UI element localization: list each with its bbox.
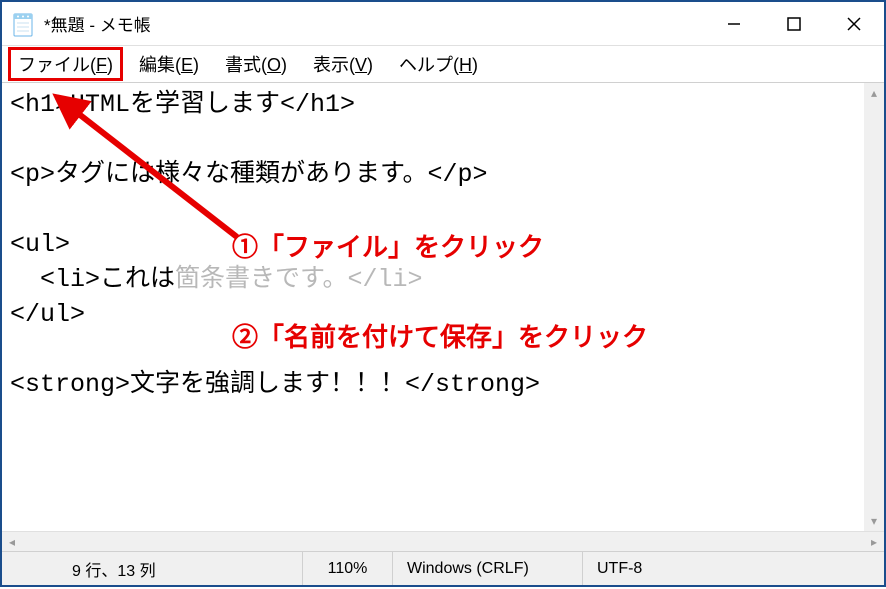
- text-line: <ul>: [10, 230, 70, 259]
- scroll-up-icon[interactable]: ▴: [864, 83, 884, 103]
- statusbar: 9 行、13 列 110% Windows (CRLF) UTF-8: [2, 551, 884, 585]
- scroll-track[interactable]: [22, 532, 864, 551]
- text-line: <strong>文字を強調します！！！</strong>: [10, 370, 540, 399]
- text-line-gray: 箇条書きです。</li>: [175, 265, 423, 294]
- menu-view[interactable]: 表示(V): [303, 47, 383, 81]
- status-encoding: UTF-8: [582, 552, 884, 585]
- titlebar: *無題 - メモ帳: [2, 2, 884, 46]
- status-position: 9 行、13 列: [2, 552, 302, 585]
- scroll-track[interactable]: [864, 103, 884, 511]
- menu-edit[interactable]: 編集(E): [129, 47, 209, 81]
- scroll-down-icon[interactable]: ▾: [864, 511, 884, 531]
- menu-help[interactable]: ヘルプ(H): [389, 47, 488, 81]
- window-controls: [704, 2, 884, 45]
- status-line-ending: Windows (CRLF): [392, 552, 582, 585]
- scroll-right-icon[interactable]: ▸: [864, 532, 884, 551]
- editor-area[interactable]: <h1>HTMLを学習します</h1> <p>タグには様々な種類があります。</…: [2, 82, 884, 531]
- horizontal-scrollbar[interactable]: ◂ ▸: [2, 531, 884, 551]
- status-zoom: 110%: [302, 552, 392, 585]
- notepad-icon: [12, 11, 34, 37]
- text-line: <p>タグには様々な種類があります。</p>: [10, 160, 488, 189]
- minimize-button[interactable]: [704, 2, 764, 45]
- text-line: <h1>HTMLを学習します</h1>: [10, 90, 355, 119]
- vertical-scrollbar[interactable]: ▴ ▾: [864, 83, 884, 531]
- menubar: ファイル(F) 編集(E) 書式(O) 表示(V) ヘルプ(H): [2, 46, 884, 82]
- menu-file[interactable]: ファイル(F): [8, 47, 123, 81]
- window-title: *無題 - メモ帳: [44, 11, 704, 36]
- maximize-button[interactable]: [764, 2, 824, 45]
- scroll-left-icon[interactable]: ◂: [2, 532, 22, 551]
- editor-content[interactable]: <h1>HTMLを学習します</h1> <p>タグには様々な種類があります。</…: [2, 83, 884, 406]
- text-line: <li>これは: [10, 265, 175, 294]
- text-line: </ul>: [10, 300, 85, 329]
- close-button[interactable]: [824, 2, 884, 45]
- notepad-window: *無題 - メモ帳 ファイル(F) 編集(E) 書式(O) 表示(V) ヘルプ(…: [0, 0, 886, 587]
- menu-format[interactable]: 書式(O): [215, 47, 297, 81]
